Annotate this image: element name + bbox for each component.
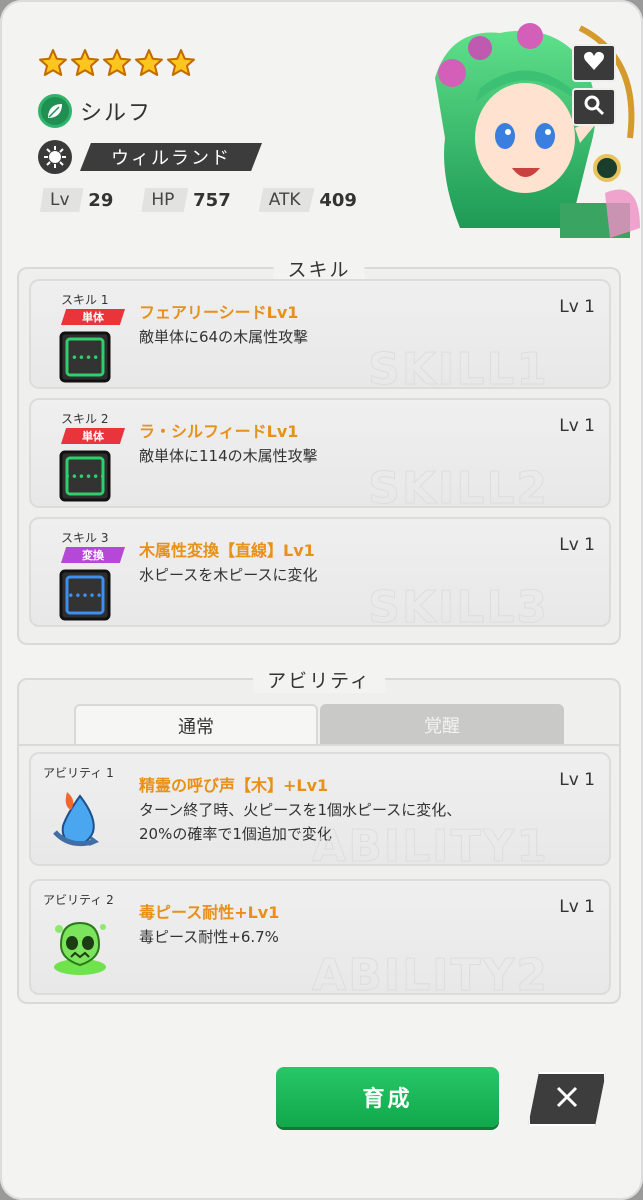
stat-value: 757 [193, 189, 231, 211]
stat-value: 29 [88, 189, 114, 211]
stat-label: HP [141, 188, 189, 212]
skill-icon: •••••• [57, 448, 113, 504]
magnifier-icon [583, 94, 605, 120]
skill-level: Lv 1 [559, 416, 595, 436]
zoom-button[interactable] [572, 88, 616, 126]
character-portrait [430, 18, 640, 238]
skill-name: フェアリーシードLv1 [139, 303, 299, 322]
skill-description: 敵単体に114の木属性攻撃 [139, 447, 318, 465]
skill-watermark: SKILL2 [368, 463, 549, 508]
poison-skull-icon [47, 915, 113, 981]
svg-text:••••: •••• [71, 351, 99, 365]
star-icon [70, 48, 100, 78]
stat-label: Lv [40, 188, 84, 212]
skill-slot-label: スキル 1 [61, 293, 109, 307]
skill-card[interactable]: スキル 3 変換 ••••• 木属性変換【直線】Lv1 水ピースを木ピースに変化 Lv 1… [29, 517, 611, 627]
ability-description-line: 毒ピース耐性+6.7% [139, 928, 279, 946]
ability-watermark: ABILITY1 [312, 821, 549, 866]
skill-watermark: SKILL1 [368, 344, 549, 389]
heart-icon [583, 51, 605, 75]
ability-tabs: 通常 覚醒 [74, 704, 564, 746]
region-tag: ウィルランド [80, 143, 262, 171]
skill-type-tag: 単体 [61, 309, 125, 325]
skill-icon: •••• [57, 329, 113, 385]
stats-row: Lv/29HP/757ATK/409 [40, 188, 385, 212]
leaf-icon [38, 94, 72, 128]
skill-icon: ••••• [57, 567, 113, 623]
close-icon [553, 1083, 581, 1115]
ability-card[interactable]: アビリティ 2 毒ピース耐性+Lv1 毒ピース耐性+6.7% Lv 1 ABILITY2 [29, 879, 611, 995]
svg-text:•••••: ••••• [67, 589, 102, 603]
ability-card[interactable]: アビリティ 1 精霊の呼び声【木】+Lv1 ターン終了時、火ピースを1個水ピースに変… [29, 752, 611, 866]
tab-normal[interactable]: 通常 [74, 704, 318, 746]
skill-name: 木属性変換【直線】Lv1 [139, 541, 315, 560]
skill-card[interactable]: スキル 1 単体 •••• フェアリーシードLv1 敵単体に64の木属性攻撃 Lv 1 SK… [29, 279, 611, 389]
train-button[interactable]: 育成 [276, 1067, 499, 1127]
skills-title: スキル [273, 255, 365, 282]
svg-text:••••••: •••••• [64, 470, 106, 484]
character-name: シルフ [80, 101, 153, 126]
skill-type-tag: 単体 [61, 428, 125, 444]
skills-section: スキル スキル 1 単体 •••• フェアリーシードLv1 敵単体に64の木属性攻撃 Lv… [17, 255, 621, 645]
skill-level: Lv 1 [559, 297, 595, 317]
ability-slot-label: アビリティ 1 [43, 766, 114, 780]
skill-watermark: SKILL3 [368, 582, 549, 627]
star-icon [166, 48, 196, 78]
skill-slot-label: スキル 3 [61, 531, 109, 545]
skill-level: Lv 1 [559, 535, 595, 555]
ability-name: 精霊の呼び声【木】+Lv1 [139, 776, 329, 795]
skill-description: 敵単体に64の木属性攻撃 [139, 328, 309, 346]
skill-slot-label: スキル 2 [61, 412, 109, 426]
ability-description: 毒ピース耐性+6.7% [139, 925, 279, 949]
tab-awakened[interactable]: 覚醒 [320, 704, 564, 746]
sun-gear-icon [38, 140, 72, 174]
ability-slot-label: アビリティ 2 [43, 893, 114, 907]
fire-to-water-icon [47, 788, 113, 854]
abilities-section: アビリティ 通常 覚醒 アビリティ 1 精霊の呼び声【木】+Lv1 ターン終了時、火… [17, 666, 621, 1004]
ability-watermark: ABILITY2 [312, 950, 549, 995]
ability-level: Lv 1 [559, 770, 595, 790]
ability-level: Lv 1 [559, 897, 595, 917]
skill-type-tag: 変換 [61, 547, 125, 563]
star-icon [102, 48, 132, 78]
region-row: ウィルランド [38, 140, 262, 174]
ability-name: 毒ピース耐性+Lv1 [139, 903, 280, 922]
rarity-stars [38, 48, 196, 78]
close-button[interactable] [528, 1072, 606, 1126]
tab-divider [19, 744, 619, 746]
skill-name: ラ・シルフィードLv1 [139, 422, 299, 441]
stat-label: ATK [258, 188, 315, 212]
character-detail-panel: シルフ ウィルランド Lv/29HP/757ATK/409 [0, 0, 643, 1200]
skill-description: 水ピースを木ピースに変化 [139, 566, 318, 584]
stat-value: 409 [319, 189, 357, 211]
ability-description-line: ターン終了時、火ピースを1個水ピースに変化、 [139, 801, 462, 819]
star-icon [38, 48, 68, 78]
star-icon [134, 48, 164, 78]
skill-card[interactable]: スキル 2 単体 •••••• ラ・シルフィードLv1 敵単体に114の木属性攻撃 Lv … [29, 398, 611, 508]
favorite-button[interactable] [572, 44, 616, 82]
abilities-title: アビリティ [253, 666, 385, 693]
name-row: シルフ [38, 94, 152, 128]
